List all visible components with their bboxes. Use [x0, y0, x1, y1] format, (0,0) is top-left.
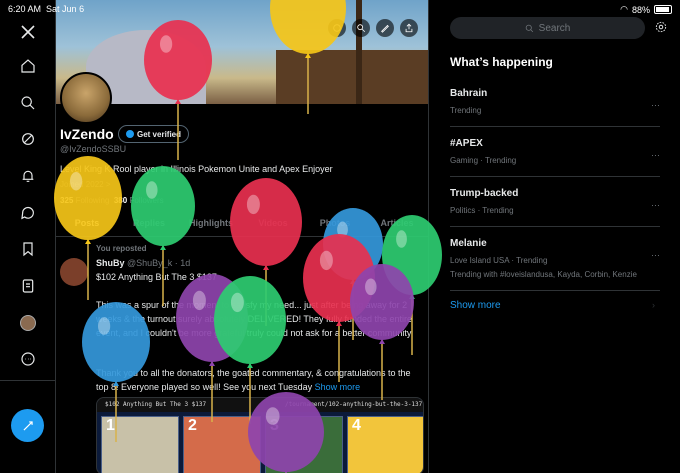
- compose-post-button[interactable]: [11, 409, 44, 442]
- trend-item[interactable]: Trump-backed Politics · Trending ···: [450, 188, 660, 215]
- status-time: 6:20 AM Sat Jun 6: [8, 4, 85, 14]
- tweet-author-name[interactable]: ShuBy: [96, 258, 125, 268]
- chevron-right-icon: ›: [652, 300, 655, 310]
- trend-divider: [450, 226, 660, 227]
- feather-pen-icon: [23, 420, 33, 430]
- whats-happening-heading: What’s happening: [450, 55, 553, 69]
- profile-tabs: Posts Replies Highlights Videos Photos A…: [56, 212, 428, 237]
- trend-more-icon[interactable]: ···: [651, 150, 660, 160]
- wifi-icon: ◠: [620, 4, 628, 14]
- search-icon[interactable]: [14, 89, 42, 117]
- tweet-author-avatar[interactable]: [60, 258, 88, 286]
- tab-replies[interactable]: Replies: [118, 212, 180, 236]
- more-options-icon[interactable]: [14, 345, 42, 373]
- search-icon[interactable]: [352, 19, 370, 37]
- repost-indicator: You reposted: [96, 244, 147, 253]
- card-placement-1: 1: [101, 416, 179, 473]
- trend-more-icon[interactable]: ···: [651, 100, 660, 110]
- show-more-link[interactable]: Show more: [450, 300, 501, 311]
- share-icon[interactable]: [400, 19, 418, 37]
- tab-photos[interactable]: Photos: [304, 212, 366, 236]
- edit-pencil-icon[interactable]: [376, 19, 394, 37]
- search-box[interactable]: Search: [450, 17, 645, 39]
- card-placement-3: 3: [265, 416, 343, 473]
- trend-divider: [450, 126, 660, 127]
- banner-actions: [328, 19, 418, 37]
- search-icon: [525, 24, 533, 32]
- profile-bio: Level King K Rool player in Illinois Pok…: [60, 164, 333, 174]
- profile-avatar[interactable]: [14, 309, 42, 337]
- status-right: ◠ 88%: [620, 4, 672, 15]
- battery-percent: 88%: [631, 4, 650, 15]
- right-sidebar: Search What’s happening Bahrain Trending…: [430, 0, 680, 473]
- tab-articles[interactable]: Articles: [366, 212, 428, 236]
- nav-divider: [0, 380, 55, 381]
- left-nav: [0, 0, 56, 473]
- trend-item[interactable]: Bahrain Trending ···: [450, 88, 660, 115]
- trend-more-icon[interactable]: ···: [651, 250, 660, 260]
- grok-icon[interactable]: [14, 125, 42, 153]
- tweet-media-card[interactable]: $102 Anything But The 3 $137 /tournament…: [96, 397, 424, 473]
- home-icon[interactable]: [14, 52, 42, 80]
- tweet-title-line: $102 Anything But The 3 $137: [96, 272, 217, 282]
- profile-name: IvZendo: [60, 126, 114, 142]
- card-placement-4: 4: [347, 416, 423, 473]
- gear-icon[interactable]: [654, 20, 670, 36]
- card-placement-2: 2: [183, 416, 261, 473]
- trend-divider: [450, 290, 660, 291]
- profile-handle: @IvZendoSSBU: [60, 144, 127, 154]
- tab-highlights[interactable]: Highlights: [180, 212, 242, 236]
- verified-badge-icon: [126, 130, 134, 138]
- profile-avatar-large[interactable]: [60, 72, 112, 124]
- trend-item[interactable]: #APEX Gaming · Trending ···: [450, 138, 660, 165]
- tweet-body: This was a spur of the moment to satisfy…: [96, 300, 414, 338]
- lists-icon[interactable]: [14, 272, 42, 300]
- tweet-header: ShuBy @ShuBy_k · 1d: [96, 258, 190, 268]
- trend-item[interactable]: Melanie Love Island USA · Trending Trend…: [450, 238, 660, 279]
- tab-videos[interactable]: Videos: [242, 212, 304, 236]
- get-verified-button[interactable]: Get verified: [118, 125, 190, 143]
- card-header: $102 Anything But The 3 $137 /tournament…: [97, 398, 423, 412]
- tweet-author-handle: @ShuBy_k · 1d: [127, 258, 191, 268]
- grok-icon[interactable]: [328, 19, 346, 37]
- profile-joined: Joined 2022 >: [60, 180, 111, 189]
- bookmark-icon[interactable]: [14, 235, 42, 263]
- profile-column: IvZendo Get verified @IvZendoSSBU Level …: [56, 0, 429, 473]
- notifications-bell-icon[interactable]: [14, 162, 42, 190]
- trend-more-icon[interactable]: ···: [651, 200, 660, 210]
- tab-posts[interactable]: Posts: [56, 212, 118, 236]
- tweet-show-more-link[interactable]: Show more: [315, 382, 361, 392]
- messages-icon[interactable]: [14, 199, 42, 227]
- status-bar: 6:20 AM Sat Jun 6 ◠ 88%: [0, 0, 680, 18]
- follow-counts: 325 Following 380 Followers: [60, 196, 164, 205]
- trend-divider: [450, 176, 660, 177]
- search-placeholder: Search: [538, 22, 571, 34]
- tweet-body-continued: Thank you to all the donators, the goate…: [96, 368, 411, 392]
- x-logo-icon[interactable]: [14, 18, 42, 46]
- battery-icon: [654, 5, 672, 14]
